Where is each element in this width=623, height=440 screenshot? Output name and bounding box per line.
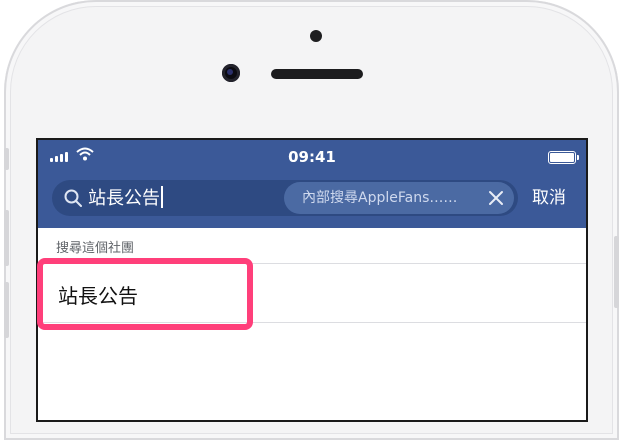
status-bar: 09:41	[38, 140, 586, 172]
earpiece-speaker	[271, 69, 363, 79]
search-icon	[64, 189, 82, 207]
status-time: 09:41	[288, 148, 336, 166]
section-title: 搜尋這個社團	[56, 241, 135, 256]
search-query[interactable]: 站長公告	[88, 186, 163, 211]
front-camera	[222, 64, 240, 82]
power-button	[614, 236, 619, 308]
mute-switch	[4, 148, 9, 170]
volume-up-button	[4, 210, 9, 266]
highlight-box	[37, 258, 253, 330]
close-icon[interactable]	[488, 190, 504, 206]
search-scope-chip[interactable]: 內部搜尋AppleFans……	[284, 182, 514, 214]
search-nav-bar: 09:41 站長公告 內部搜尋AppleFans…… 取消	[38, 140, 586, 228]
search-query-text: 站長公告	[88, 188, 160, 209]
search-input[interactable]: 站長公告 內部搜尋AppleFans……	[52, 180, 518, 216]
volume-down-button	[4, 282, 9, 338]
search-scope-label: 內部搜尋AppleFans……	[302, 190, 458, 206]
cancel-button[interactable]: 取消	[532, 186, 566, 210]
proximity-sensor	[310, 30, 322, 42]
text-caret	[161, 186, 163, 208]
battery-icon	[548, 151, 579, 164]
